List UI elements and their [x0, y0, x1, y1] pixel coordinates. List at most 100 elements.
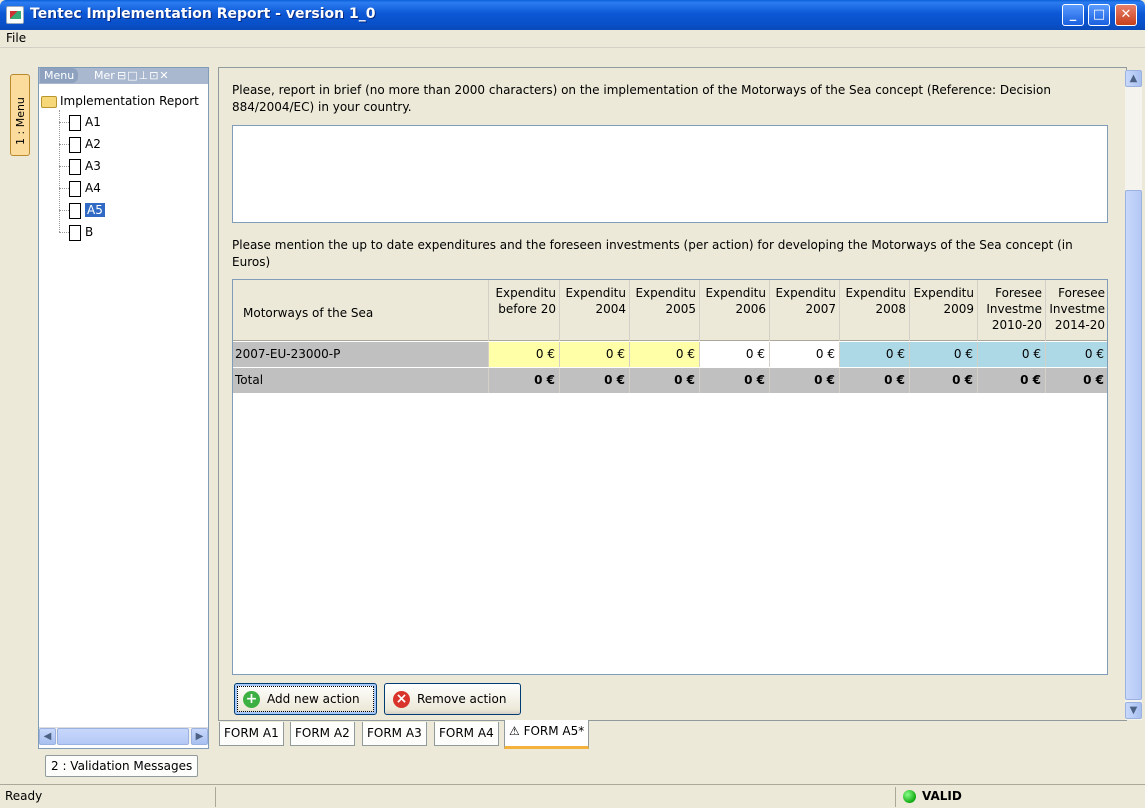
remove-icon: ×	[393, 691, 410, 708]
total-amount-cell: 0 €	[770, 368, 840, 393]
column-header[interactable]: Foresee Investme 2014-20	[1046, 280, 1107, 341]
tree-item-b[interactable]: B	[69, 223, 93, 241]
column-header[interactable]: Foresee Investme 2010-20	[978, 280, 1046, 341]
tree-item-label: A5	[85, 203, 105, 217]
status-text: Ready	[5, 789, 43, 803]
tab-form-a5[interactable]: ⚠ FORM A5*	[504, 720, 590, 749]
document-icon	[69, 224, 81, 241]
tree-item-a2[interactable]: A2	[69, 135, 101, 153]
table-row[interactable]: 2007-EU-23000-P 0 €0 €0 €0 €0 €0 €0 €0 €0…	[233, 342, 1107, 367]
tree-connector	[59, 122, 69, 123]
total-label-cell: Total	[233, 368, 489, 393]
tree-item-label: A2	[85, 137, 101, 151]
tab-form-a3[interactable]: FORM A3	[362, 722, 427, 746]
navigation-tree-panel: Menu Mer ⊟□⊥⊡✕ Implementation Report A1 …	[38, 67, 209, 749]
amount-cell[interactable]: 0 €	[630, 342, 700, 367]
tree-item-a5[interactable]: A5	[69, 201, 105, 219]
action-name-cell: 2007-EU-23000-P	[233, 342, 489, 367]
remove-action-label: Remove action	[417, 692, 507, 706]
document-icon	[69, 180, 81, 197]
tree-connector	[59, 232, 69, 233]
remove-action-button[interactable]: × Remove action	[384, 683, 521, 715]
column-header[interactable]: Expenditu 2008	[840, 280, 910, 341]
minimize-button[interactable]: _	[1062, 4, 1084, 26]
document-icon	[69, 202, 81, 219]
main-vertical-scrollbar[interactable]: ▲ ▼	[1125, 70, 1142, 720]
tree-item-label: A3	[85, 159, 101, 173]
tree-item-label: A1	[85, 115, 101, 129]
column-header[interactable]: Expenditu 2004	[560, 280, 630, 341]
menu-side-tab[interactable]: 1 : Menu	[10, 74, 30, 156]
scroll-thumb[interactable]	[1125, 190, 1142, 700]
document-icon	[69, 114, 81, 131]
menu-side-tab-label: 1 : Menu	[14, 97, 27, 145]
amount-cell[interactable]: 0 €	[560, 342, 630, 367]
total-amount-cell: 0 €	[1046, 368, 1107, 393]
tree-connector	[59, 144, 69, 145]
expenditures-table[interactable]: Motorways of the Sea Expenditu before 20 Ex…	[232, 279, 1108, 675]
column-header[interactable]: Expenditu 2005	[630, 280, 700, 341]
motorways-report-textarea[interactable]	[232, 125, 1108, 223]
add-new-action-label: Add new action	[267, 692, 360, 706]
amount-cell[interactable]: 0 €	[1046, 342, 1107, 367]
scroll-thumb[interactable]	[57, 728, 189, 745]
scroll-right-icon[interactable]: ▶	[191, 728, 208, 745]
panel-controls-icon[interactable]: ⊟□⊥⊡✕	[117, 68, 170, 83]
tree-root-label: Implementation Report	[60, 94, 199, 108]
tree-item-a1[interactable]: A1	[69, 113, 101, 131]
valid-status-icon	[903, 790, 916, 803]
column-header[interactable]: Expenditu 2006	[700, 280, 770, 341]
tree-item-a4[interactable]: A4	[69, 179, 101, 197]
column-header[interactable]: Motorways of the Sea	[233, 280, 489, 341]
total-amount-cell: 0 €	[630, 368, 700, 393]
tree-connector	[59, 210, 69, 211]
tree-header-title: Mer	[94, 69, 115, 82]
validity-status: VALID	[922, 789, 962, 803]
total-amount-cell: 0 €	[978, 368, 1046, 393]
document-icon	[69, 136, 81, 153]
tree-item-a3[interactable]: A3	[69, 157, 101, 175]
column-header[interactable]: Expenditu before 20	[489, 280, 560, 341]
tab-form-a2[interactable]: FORM A2	[290, 722, 355, 746]
plus-icon: +	[243, 691, 260, 708]
table-total-row: Total 0 €0 €0 €0 €0 €0 €0 €0 €0 €	[233, 368, 1107, 393]
total-amount-cell: 0 €	[489, 368, 560, 393]
total-amount-cell: 0 €	[840, 368, 910, 393]
tree-root[interactable]: Implementation Report	[41, 92, 199, 110]
title-bar: Tentec Implementation Report - version 1…	[0, 0, 1145, 30]
amount-cell[interactable]: 0 €	[978, 342, 1046, 367]
table-header: Motorways of the Sea Expenditu before 20 Ex…	[233, 280, 1107, 341]
tab-form-a4[interactable]: FORM A4	[434, 722, 499, 746]
tree-item-label: B	[85, 225, 94, 239]
document-icon	[69, 158, 81, 175]
amount-cell[interactable]: 0 €	[770, 342, 840, 367]
total-amount-cell: 0 €	[560, 368, 630, 393]
amount-cell[interactable]: 0 €	[489, 342, 560, 367]
status-divider	[895, 787, 896, 807]
maximize-button[interactable]: □	[1088, 4, 1110, 26]
tab-form-a1[interactable]: FORM A1	[219, 722, 284, 746]
app-icon	[6, 6, 24, 24]
scroll-left-icon[interactable]: ◀	[39, 728, 56, 745]
tree-panel-header: Menu Mer ⊟□⊥⊡✕	[39, 68, 208, 84]
column-header[interactable]: Expenditu 2009	[910, 280, 978, 341]
scroll-up-icon[interactable]: ▲	[1125, 70, 1142, 87]
tree-horizontal-scrollbar[interactable]: ◀ ▶	[39, 727, 208, 745]
scroll-down-icon[interactable]: ▼	[1125, 702, 1142, 719]
tree-header-menu-label[interactable]: Menu	[40, 68, 79, 83]
add-new-action-button[interactable]: + Add new action	[234, 683, 377, 715]
validation-messages-tab[interactable]: 2 : Validation Messages	[45, 755, 199, 777]
tree-connector	[59, 188, 69, 189]
total-amount-cell: 0 €	[910, 368, 978, 393]
column-header[interactable]: Expenditu 2007	[770, 280, 840, 341]
status-bar: Ready VALID	[0, 784, 1145, 808]
close-button[interactable]: ✕	[1115, 4, 1137, 26]
amount-cell[interactable]: 0 €	[840, 342, 910, 367]
tree-connector	[59, 166, 69, 167]
tree-connector	[59, 110, 60, 232]
window-title: Tentec Implementation Report - version 1…	[30, 6, 376, 22]
tree-item-label: A4	[85, 181, 101, 195]
amount-cell[interactable]: 0 €	[700, 342, 770, 367]
menu-file[interactable]: File	[6, 31, 26, 45]
amount-cell[interactable]: 0 €	[910, 342, 978, 367]
